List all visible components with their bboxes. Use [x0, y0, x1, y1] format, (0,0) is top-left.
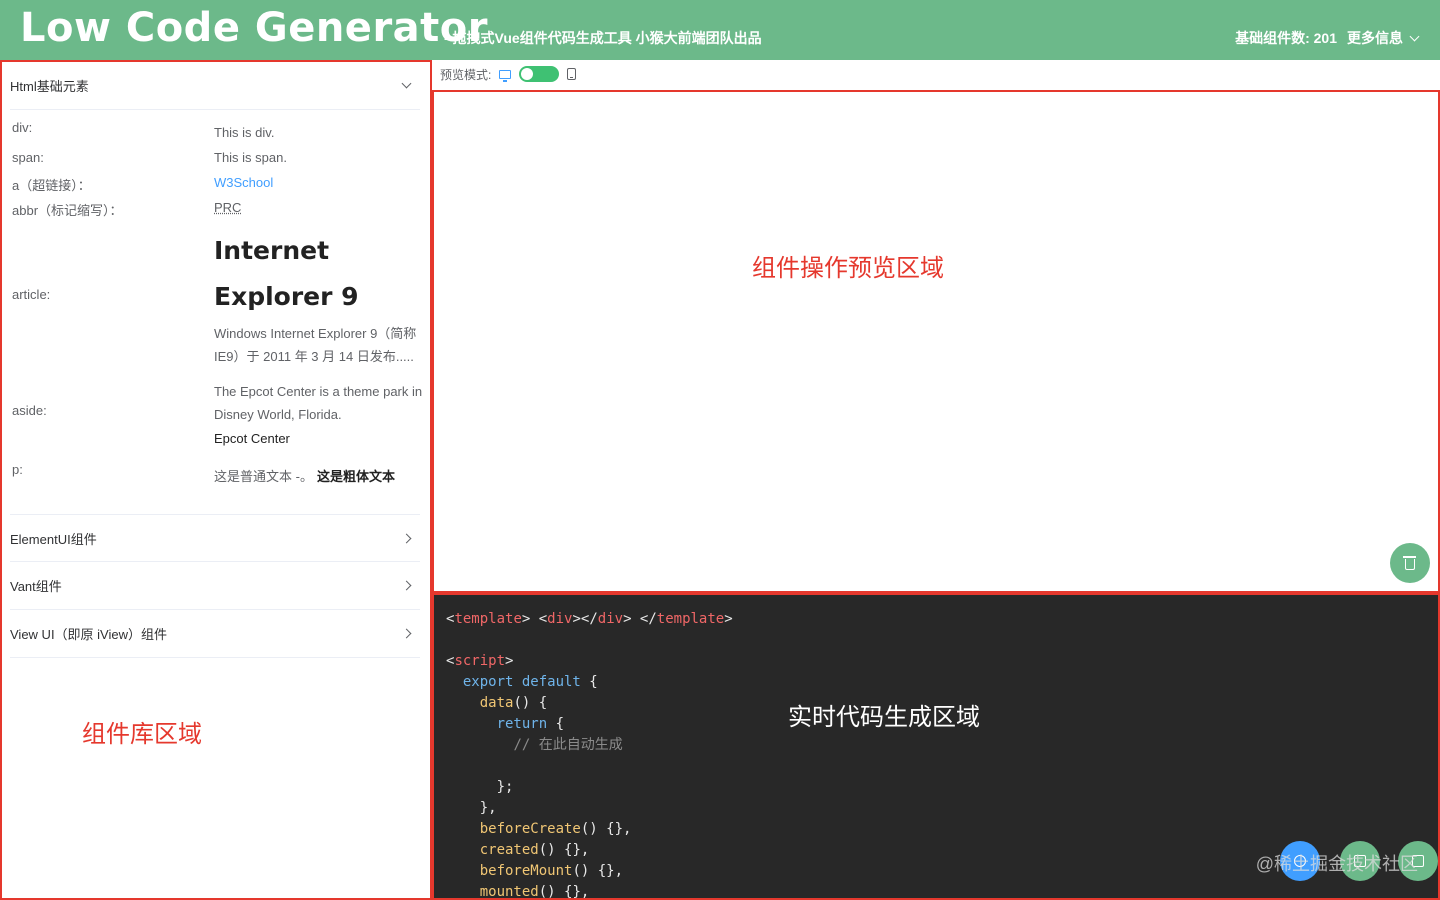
article-title-line2[interactable]: Explorer 9 — [214, 282, 359, 311]
chevron-right-icon — [401, 533, 412, 543]
app-subtitle: - 拖拽式Vue组件代码生成工具 小猴大前端团队出品 — [444, 30, 762, 46]
collapse-vant[interactable]: Vant组件 — [10, 562, 420, 610]
preview-mode-label: 预览模式: — [440, 67, 492, 82]
collapse-label: View UI（即原 iView）组件 — [10, 627, 167, 642]
chevron-right-icon — [401, 628, 412, 639]
trash-icon — [1403, 556, 1416, 570]
collapse-label: Vant组件 — [10, 579, 62, 594]
span-label: span: — [12, 150, 44, 165]
aside-text[interactable]: The Epcot Center is a theme park in Disn… — [214, 380, 424, 426]
code-comment: // 在此自动生成 — [513, 737, 623, 753]
preview-area-label: 组件操作预览区域 — [752, 255, 944, 282]
span-value[interactable]: This is span. — [214, 150, 287, 165]
p-label: p: — [12, 462, 23, 477]
delete-button[interactable] — [1390, 543, 1430, 583]
div-value[interactable]: This is div. — [214, 125, 274, 140]
component-library-panel: Html基础元素 div: This is div. span: This is… — [0, 60, 432, 900]
mobile-icon[interactable] — [567, 68, 577, 80]
preview-mode-toolbar: 预览模式: — [440, 64, 577, 84]
collapse-label: Html基础元素 — [10, 79, 89, 94]
more-info-dropdown[interactable]: 更多信息 — [1347, 28, 1420, 48]
div-label: div: — [12, 120, 33, 135]
preview-mode-toggle[interactable] — [519, 66, 560, 82]
component-library-area-label: 组件库区域 — [82, 721, 202, 748]
article-title-line1[interactable]: Internet — [214, 236, 329, 265]
abbr-label: abbr（标记缩写）： — [12, 203, 123, 218]
code-area-label: 实时代码生成区域 — [788, 704, 980, 731]
collapse-elementui[interactable]: ElementUI组件 — [10, 514, 420, 562]
collapse-label: ElementUI组件 — [10, 531, 97, 547]
article-label: article: — [12, 287, 51, 302]
p-bold-text: 这是粗体文本 — [316, 469, 395, 484]
header-right: 基础组件数: 201 更多信息 — [1235, 28, 1420, 48]
a-link[interactable]: W3School — [214, 175, 273, 190]
app-logo: Low Code Generator — [20, 5, 488, 51]
code-block: <template> <div></div> </template> <scri… — [446, 611, 733, 900]
watermark: @稀土掘金技术社区 — [1255, 854, 1418, 874]
preview-area[interactable]: 组件操作预览区域 — [432, 90, 1440, 593]
collapse-html-basic[interactable]: Html基础元素 — [10, 62, 420, 110]
aside-label: aside: — [12, 403, 47, 418]
chevron-down-icon — [401, 78, 412, 89]
app-header: Low Code Generator - 拖拽式Vue组件代码生成工具 小猴大前… — [0, 0, 1440, 60]
a-label: a（超链接）： — [12, 178, 91, 193]
chevron-right-icon — [401, 580, 412, 591]
aside-title[interactable]: Epcot Center — [214, 431, 290, 446]
code-output-area[interactable]: <template> <div></div> </template> <scri… — [432, 593, 1440, 900]
desktop-icon[interactable] — [499, 69, 512, 82]
abbr-value[interactable]: PRC — [214, 200, 241, 215]
article-text[interactable]: Windows Internet Explorer 9（简称 IE9）于 201… — [214, 322, 424, 368]
more-info-label: 更多信息 — [1347, 30, 1403, 46]
p-value[interactable]: 这是普通文本 -。 这是粗体文本 — [214, 466, 395, 485]
p-normal-text: 这是普通文本 -。 — [214, 469, 313, 484]
component-count: 基础组件数: 201 — [1235, 30, 1337, 46]
collapse-viewui[interactable]: View UI（即原 iView）组件 — [10, 610, 420, 658]
chevron-down-icon — [1409, 31, 1420, 41]
